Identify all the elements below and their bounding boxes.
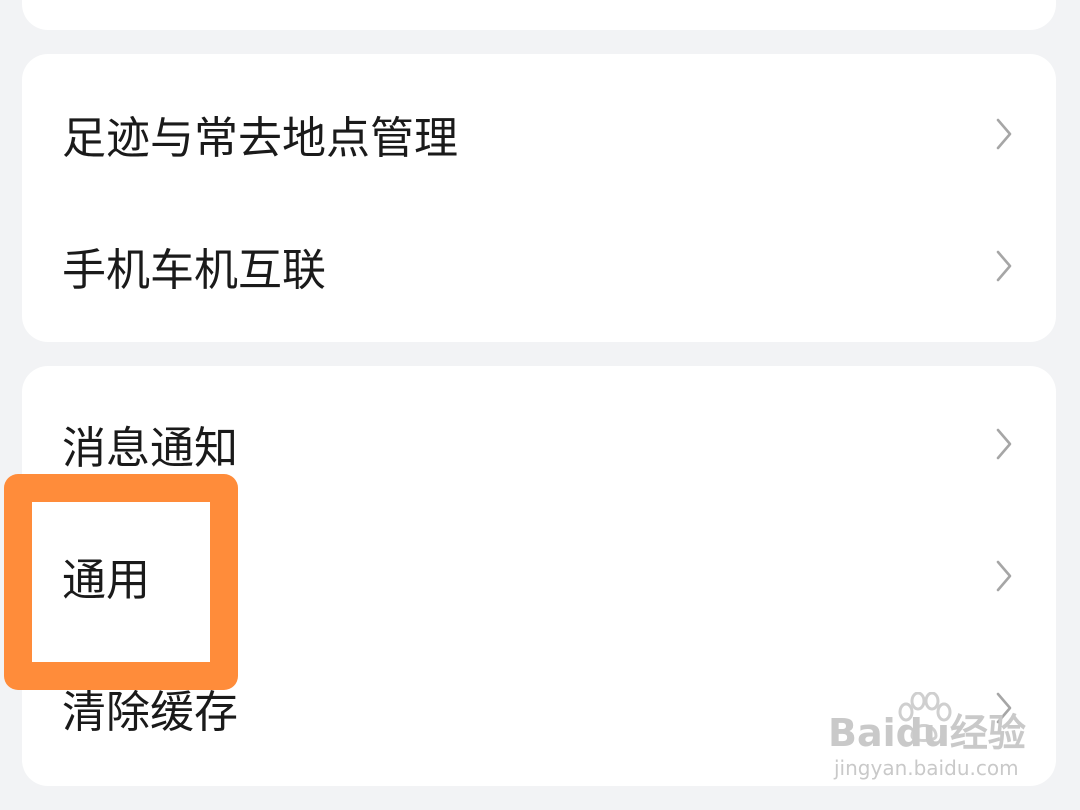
- chevron-right-icon: [996, 118, 1012, 150]
- watermark-url: jingyan.baidu.com: [834, 756, 1019, 780]
- settings-item-label: 消息通知: [62, 423, 238, 474]
- settings-item-label: 足迹与常去地点管理: [62, 113, 458, 164]
- settings-group-1: 足迹与常去地点管理 手机车机互联: [22, 54, 1056, 342]
- settings-item-phone-car-link[interactable]: 手机车机互联: [22, 200, 1056, 332]
- previous-settings-card: [22, 0, 1056, 30]
- chevron-right-icon: [996, 428, 1012, 460]
- highlight-box: [4, 474, 238, 690]
- settings-item-footprint-places[interactable]: 足迹与常去地点管理: [22, 68, 1056, 200]
- settings-item-label: 手机车机互联: [62, 245, 326, 296]
- watermark-brand: Baidu经验: [828, 711, 1026, 755]
- chevron-right-icon: [996, 560, 1012, 592]
- baidu-watermark: Baidu经验 jingyan.baidu.com: [828, 690, 1028, 790]
- chevron-right-icon: [996, 250, 1012, 282]
